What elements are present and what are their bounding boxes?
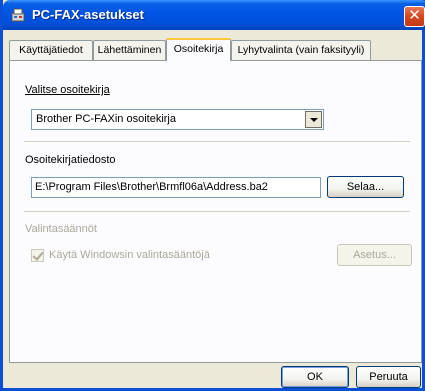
divider	[24, 211, 410, 212]
file-path-value: E:\Program Files\Brother\Brmfl06a\Addres…	[35, 181, 268, 193]
tab-strip: Käyttäjätiedot Lähettäminen Osoitekirja …	[9, 38, 424, 61]
tab-label: Lyhytvalinta (vain faksityyli)	[237, 44, 365, 56]
pc-fax-icon	[10, 7, 26, 23]
tab-speed-dial[interactable]: Lyhytvalinta (vain faksityyli)	[231, 40, 371, 60]
divider	[24, 141, 410, 142]
window-title: PC-FAX-asetukset	[32, 7, 144, 22]
use-windows-dialing-rules-checkbox[interactable]	[31, 249, 44, 262]
dialog-window: PC-FAX-asetukset ✕ Käyttäjätiedot Lähett…	[0, 0, 425, 391]
tab-panel-address-book: Valitse osoitekirja Brother PC-FAXin oso…	[9, 60, 422, 363]
tab-label: Käyttäjätiedot	[19, 44, 83, 56]
address-book-file-label: Osoitekirjatiedosto	[25, 154, 116, 166]
select-address-book-label: Valitse osoitekirja	[25, 84, 110, 96]
ok-button[interactable]: OK	[281, 366, 349, 388]
browse-button[interactable]: Selaa...	[327, 176, 404, 198]
dropdown-value: Brother PC-FAXin osoitekirja	[36, 113, 176, 125]
close-icon: ✕	[408, 7, 421, 24]
address-book-dropdown[interactable]: Brother PC-FAXin osoitekirja	[31, 109, 324, 130]
tab-label: Osoitekirja	[173, 43, 224, 55]
address-book-file-input[interactable]: E:\Program Files\Brother\Brmfl06a\Addres…	[31, 177, 321, 198]
close-button[interactable]: ✕	[404, 6, 425, 27]
use-windows-dialing-rules-label: Käytä Windowsin valintasääntöjä	[49, 249, 210, 261]
dialing-settings-button[interactable]: Asetus...	[337, 244, 412, 266]
tab-user-info[interactable]: Käyttäjätiedot	[9, 40, 93, 60]
title-bar[interactable]: PC-FAX-asetukset ✕	[3, 0, 425, 30]
cancel-button[interactable]: Peruuta	[356, 366, 421, 388]
tab-sending[interactable]: Lähettäminen	[93, 40, 166, 60]
chevron-down-icon[interactable]	[305, 111, 322, 128]
tab-address-book[interactable]: Osoitekirja	[166, 38, 231, 61]
tab-label: Lähettäminen	[97, 44, 162, 56]
dialing-rules-group-label: Valintasäännöt	[25, 223, 97, 235]
